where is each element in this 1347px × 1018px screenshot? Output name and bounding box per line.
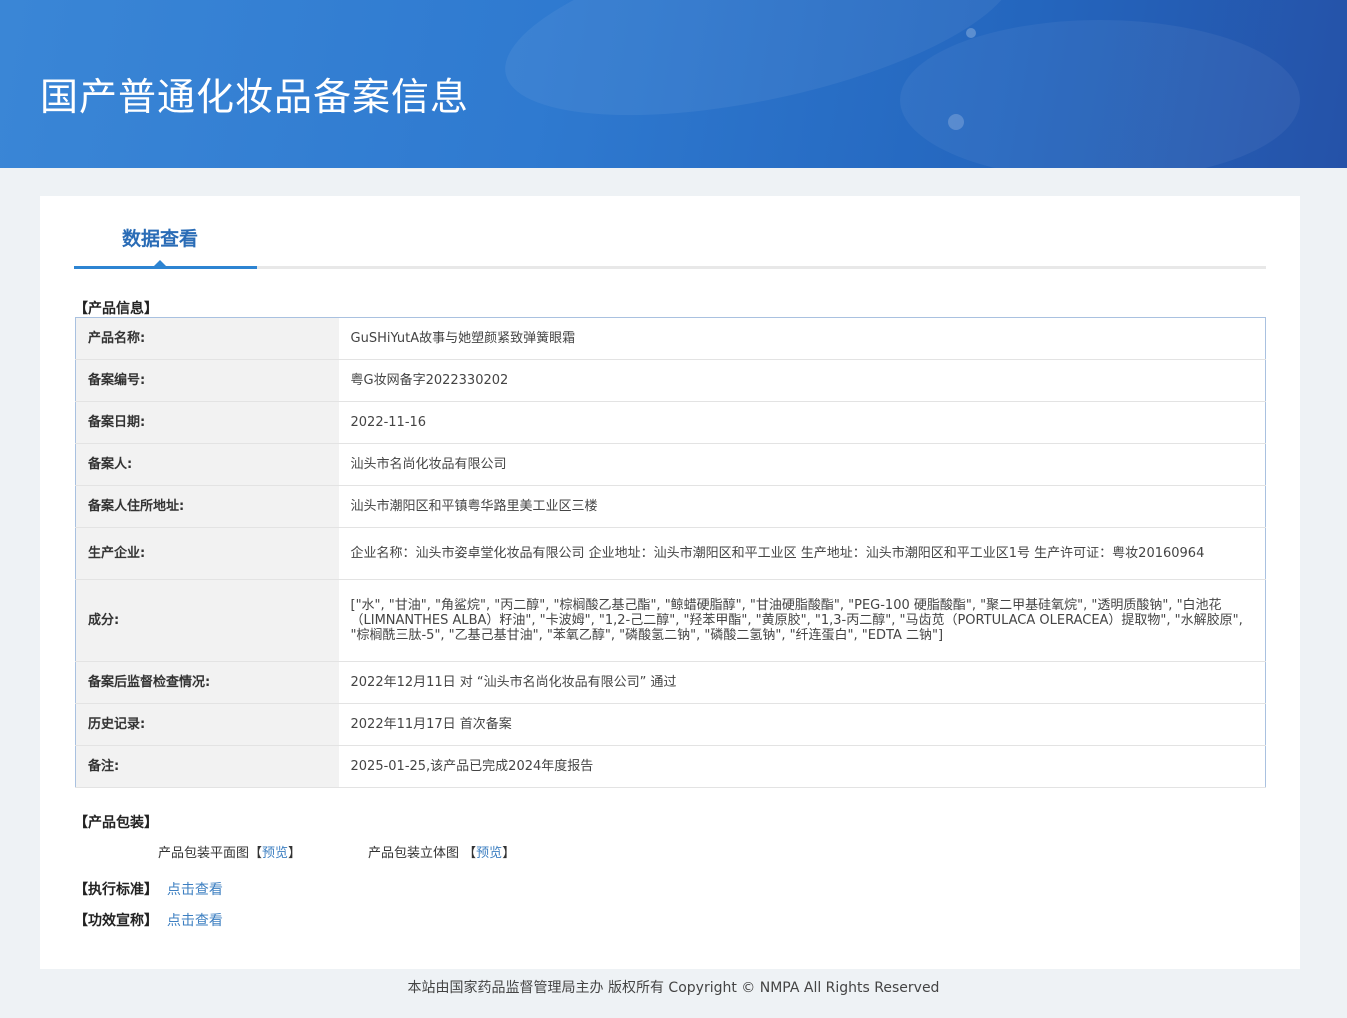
footer-copyright: 本站由国家药品监督管理局主办 版权所有 Copyright © NMPA All… (407, 980, 940, 996)
row-label: 备案后监督检查情况: (75, 661, 339, 704)
packaging-flat: 产品包装平面图【预览】 (158, 846, 302, 861)
table-row: 备案后监督检查情况: 2022年12月11日 对 “汕头市名尚化妆品有限公司” 通… (75, 661, 1266, 704)
row-label: 成分: (75, 579, 339, 662)
table-row: 成分: ["水", "甘油", "角鲨烷", "丙二醇", "棕榈酸乙基己酯", … (75, 579, 1266, 662)
table-row: 备案人住所地址: 汕头市潮阳区和平镇粤华路里美工业区三楼 (75, 485, 1266, 528)
row-value: 2025-01-25,该产品已完成2024年度报告 (338, 745, 1266, 788)
page-title: 国产普通化妆品备案信息 (40, 75, 470, 119)
table-row: 历史记录: 2022年11月17日 首次备案 (75, 703, 1266, 746)
preview-flat-link[interactable]: 预览 (262, 846, 288, 861)
section-efficacy: 【功效宣称】 点击查看 (74, 913, 223, 929)
row-label: 备注: (75, 745, 339, 788)
row-label: 备案日期: (75, 401, 339, 444)
content-card: 数据查看 【产品信息】 产品名称: GuSHiYutA故事与她塑颜紧致弹簧眼霜 备案… (40, 196, 1300, 969)
section-standard: 【执行标准】 点击查看 (74, 882, 223, 898)
table-row: 备案日期: 2022-11-16 (75, 401, 1266, 444)
tab-data-view[interactable]: 数据查看 (122, 224, 198, 251)
table-row: 备注: 2025-01-25,该产品已完成2024年度报告 (75, 745, 1266, 788)
row-label: 历史记录: (75, 703, 339, 746)
row-value: ["水", "甘油", "角鲨烷", "丙二醇", "棕榈酸乙基己酯", "鲸蜡… (338, 579, 1266, 662)
table-row: 生产企业: 企业名称：汕头市姿卓堂化妆品有限公司 企业地址：汕头市潮阳区和平工业区… (75, 527, 1266, 580)
section-product-info: 【产品信息】 (74, 301, 158, 317)
row-value: 汕头市潮阳区和平镇粤华路里美工业区三楼 (338, 485, 1266, 528)
row-value: 汕头市名尚化妆品有限公司 (338, 443, 1266, 486)
row-value: 粤G妆网备字2022330202 (338, 359, 1266, 402)
packaging-solid: 产品包装立体图 【预览】 (368, 846, 516, 861)
row-value: 2022年11月17日 首次备案 (338, 703, 1266, 746)
table-row: 备案编号: 粤G妆网备字2022330202 (75, 359, 1266, 402)
active-tab-indicator (74, 266, 257, 269)
row-value: GuSHiYutA故事与她塑颜紧致弹簧眼霜 (338, 317, 1266, 360)
row-label: 备案人: (75, 443, 339, 486)
efficacy-view-link[interactable]: 点击查看 (167, 913, 223, 929)
row-value: 2022年12月11日 对 “汕头市名尚化妆品有限公司” 通过 (338, 661, 1266, 704)
row-label: 备案人住所地址: (75, 485, 339, 528)
row-value: 企业名称：汕头市姿卓堂化妆品有限公司 企业地址：汕头市潮阳区和平工业区 生产地址… (338, 527, 1266, 580)
preview-solid-link[interactable]: 预览 (476, 846, 502, 861)
row-label: 生产企业: (75, 527, 339, 580)
section-packaging: 【产品包装】 (74, 815, 158, 831)
row-label: 备案编号: (75, 359, 339, 402)
page-header: 国产普通化妆品备案信息 (0, 0, 1347, 168)
row-label: 产品名称: (75, 317, 339, 360)
active-tab-caret-icon (154, 260, 166, 266)
table-row: 产品名称: GuSHiYutA故事与她塑颜紧致弹簧眼霜 (75, 317, 1266, 360)
product-info-table: 产品名称: GuSHiYutA故事与她塑颜紧致弹簧眼霜 备案编号: 粤G妆网备字202… (75, 317, 1266, 788)
table-row: 备案人: 汕头市名尚化妆品有限公司 (75, 443, 1266, 486)
row-value: 2022-11-16 (338, 401, 1266, 444)
standard-view-link[interactable]: 点击查看 (167, 882, 223, 898)
